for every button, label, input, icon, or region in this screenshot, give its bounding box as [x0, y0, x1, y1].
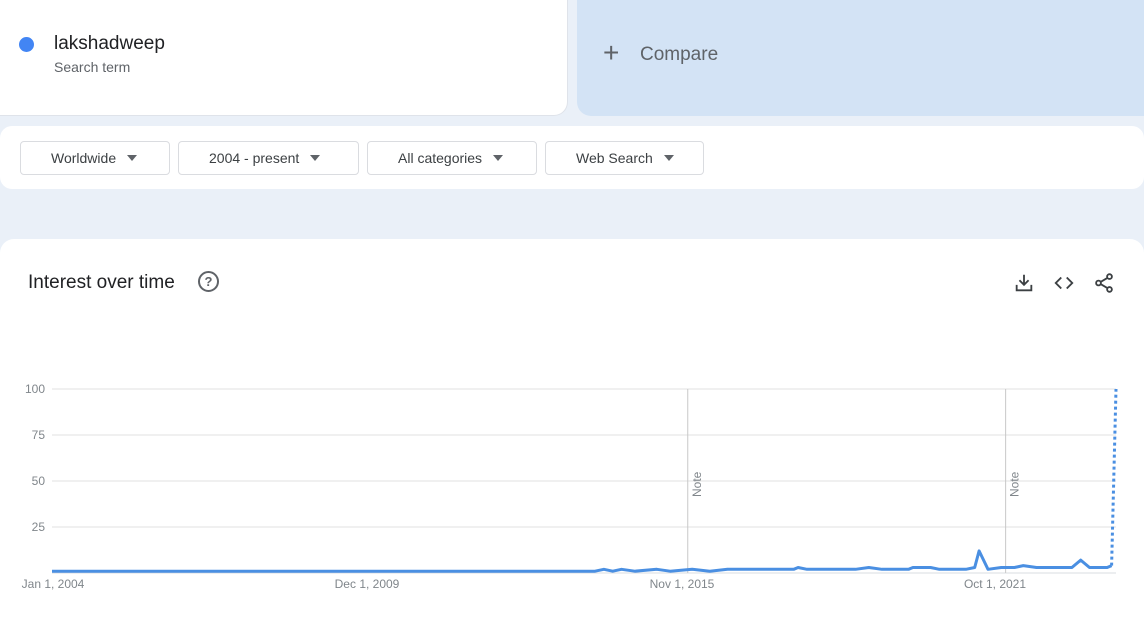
interest-over-time-card: Interest over time ? Note Note 100 75 50 25 … [0, 239, 1144, 644]
x-tick-label: Jan 1, 2004 [22, 577, 85, 591]
note-label[interactable]: Note [1008, 471, 1022, 497]
search-term-subtitle: Search term [54, 59, 131, 75]
region-filter[interactable]: Worldwide [20, 141, 170, 175]
caret-down-icon [127, 155, 138, 161]
search-type-filter-label: Web Search [576, 150, 653, 166]
caret-down-icon [310, 155, 321, 161]
compare-button[interactable]: + Compare [577, 0, 1144, 116]
series-line-partial [1110, 388, 1118, 566]
search-term-card[interactable]: lakshadweep Search term [0, 0, 568, 116]
interest-chart[interactable]: Note Note 100 75 50 25 Jan 1, 2004 Dec 1, 200… [0, 239, 1144, 644]
term-color-dot [19, 37, 34, 52]
caret-down-icon [663, 155, 674, 161]
x-tick-label: Nov 1, 2015 [650, 577, 715, 591]
category-filter-label: All categories [398, 150, 483, 166]
x-tick-label: Dec 1, 2009 [335, 577, 400, 591]
time-range-filter-label: 2004 - present [209, 150, 300, 166]
plus-icon: + [603, 37, 620, 68]
compare-label: Compare [640, 44, 719, 65]
caret-down-icon [493, 155, 504, 161]
series-line [52, 549, 1113, 573]
y-tick-label: 75 [32, 428, 46, 442]
note-label[interactable]: Note [690, 471, 704, 497]
y-tick-label: 25 [32, 520, 46, 534]
search-type-filter[interactable]: Web Search [545, 141, 704, 175]
time-range-filter[interactable]: 2004 - present [178, 141, 359, 175]
y-tick-label: 100 [25, 382, 45, 396]
category-filter[interactable]: All categories [367, 141, 537, 175]
x-tick-label: Oct 1, 2021 [964, 577, 1026, 591]
filter-bar: Worldwide 2004 - present All categories … [0, 126, 1144, 189]
search-term-name[interactable]: lakshadweep [54, 33, 165, 55]
region-filter-label: Worldwide [51, 150, 117, 166]
y-tick-label: 50 [32, 474, 46, 488]
